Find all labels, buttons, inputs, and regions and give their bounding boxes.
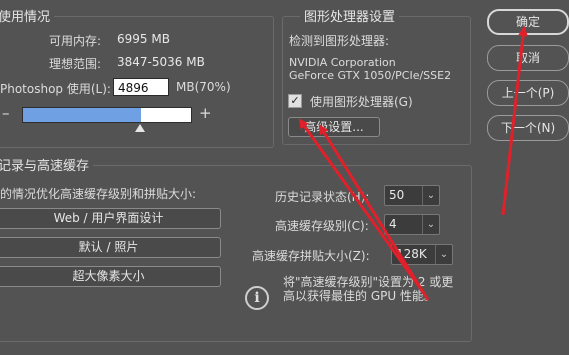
- annotation-arrows: [298, 26, 529, 301]
- arrow-to-gpu-checkbox-2: [298, 118, 425, 293]
- arrow-to-ok-button: [501, 26, 529, 216]
